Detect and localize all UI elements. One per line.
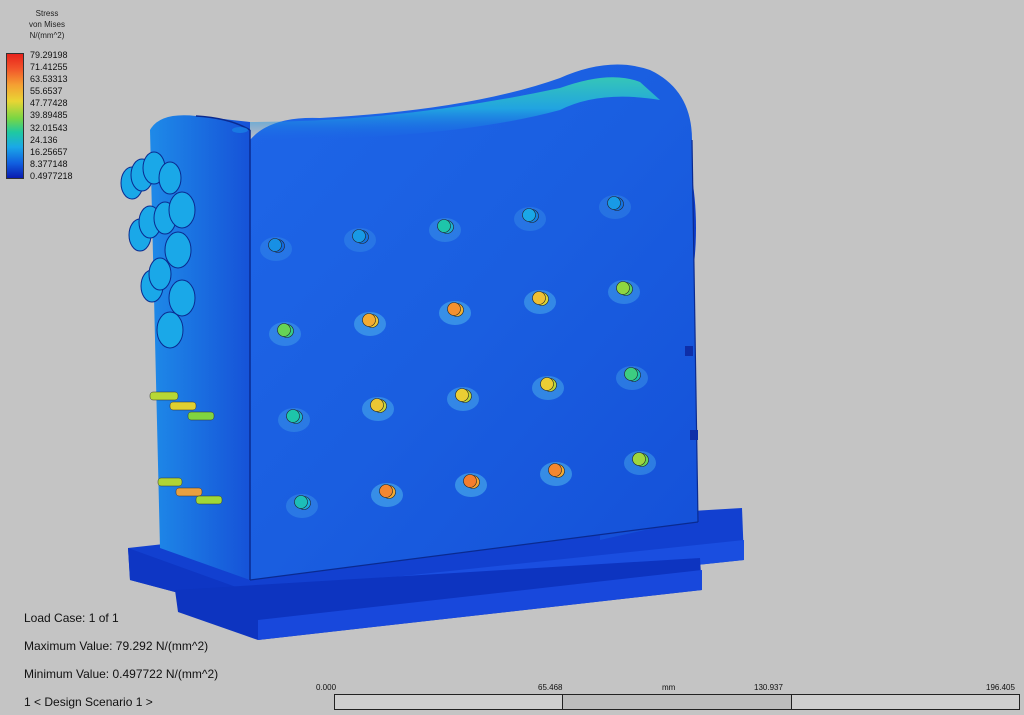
legend-value: 8.377148	[30, 158, 68, 169]
scale-segment	[563, 695, 792, 709]
stress-analysis-viewport[interactable]	[0, 0, 1024, 710]
scale-bar-track	[334, 694, 1020, 710]
legend-value: 79.29198	[30, 50, 68, 60]
pressure-vessel-body	[150, 64, 699, 581]
legend-title-line: N/(mm^2)	[29, 31, 65, 40]
stud-pin	[532, 291, 546, 305]
stud-pin	[522, 208, 536, 222]
legend-value: 32.01543	[30, 122, 68, 133]
legend-value: 71.41255	[30, 62, 68, 73]
legend-value: 55.6537	[30, 86, 63, 97]
scale-unit-label: mm	[662, 683, 676, 692]
stud-pin	[277, 323, 291, 337]
maximum-value-text: Maximum Value: 79.292 N/(mm^2)	[24, 639, 209, 653]
stud-pin	[540, 377, 554, 391]
scale-tick-label: 196.405	[986, 683, 1015, 692]
stud-pin	[437, 219, 451, 233]
stud-pin	[632, 452, 646, 466]
fea-model-render[interactable]	[0, 0, 1024, 710]
scale-segment	[335, 695, 564, 709]
stud-pin	[379, 484, 393, 498]
stud-pin	[616, 281, 630, 295]
scale-tick-label: 0.000	[316, 683, 337, 692]
stud-pin	[455, 388, 469, 402]
legend-value: 63.53313	[30, 74, 68, 85]
scale-segment	[791, 695, 1019, 709]
stud-pin	[268, 238, 282, 252]
legend-value: 0.4977218	[30, 170, 73, 181]
stud-pin	[447, 302, 461, 316]
stud-pin	[548, 463, 562, 477]
legend-title-line: Stress	[35, 9, 59, 18]
legend-value: 39.89485	[30, 110, 68, 121]
legend-title: Stress von Mises N/(mm^2)	[22, 8, 72, 41]
stud-pin	[362, 313, 376, 327]
stud-pin	[624, 367, 638, 381]
legend-value: 16.25657	[30, 146, 68, 157]
legend-labels: 79.29198 71.41255 63.53313 55.6537 47.77…	[30, 49, 73, 182]
stud-pin	[463, 474, 477, 488]
scale-tick-label: 65.468	[538, 683, 563, 692]
legend-value: 24.136	[30, 134, 58, 145]
stud-pin	[370, 398, 384, 412]
stud-pin	[607, 196, 621, 210]
stud-pin	[294, 495, 308, 509]
design-scenario-text: 1 < Design Scenario 1 >	[24, 695, 153, 709]
stud-pin	[286, 409, 300, 423]
scale-tick-label: 130.937	[754, 683, 783, 692]
minimum-value-text: Minimum Value: 0.497722 N/(mm^2)	[24, 667, 219, 681]
scale-bar: 0.000 65.468 mm 130.937 196.405	[316, 683, 1022, 710]
stud-pin	[352, 229, 366, 243]
load-case-text: Load Case: 1 of 1	[24, 611, 119, 625]
legend-title-line: von Mises	[28, 20, 65, 29]
legend-color-bar	[6, 53, 24, 179]
legend-value: 47.77428	[30, 98, 68, 109]
